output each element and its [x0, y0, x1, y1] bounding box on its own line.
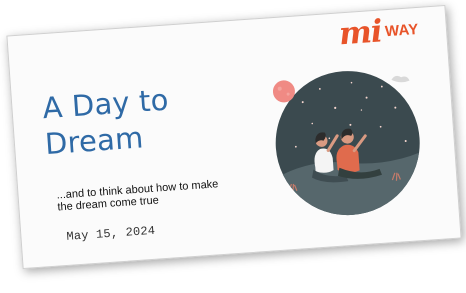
logo-way-text: WAY	[384, 20, 420, 41]
stargazing-couple-illustration	[270, 66, 425, 220]
cloud	[391, 75, 410, 83]
slide-date: May 15, 2024	[66, 223, 156, 244]
slide-title: A Day to Dream	[41, 82, 170, 162]
presentation-slide: mi WAY A Day to Dream ...and to think ab…	[6, 4, 462, 270]
logo-mi-text: mi	[337, 13, 383, 53]
slide-subtitle: ...and to think about how to make the dr…	[56, 178, 219, 214]
miway-logo: mi WAY	[338, 10, 450, 52]
screenshot-canvas: mi WAY A Day to Dream ...and to think ab…	[0, 0, 466, 293]
